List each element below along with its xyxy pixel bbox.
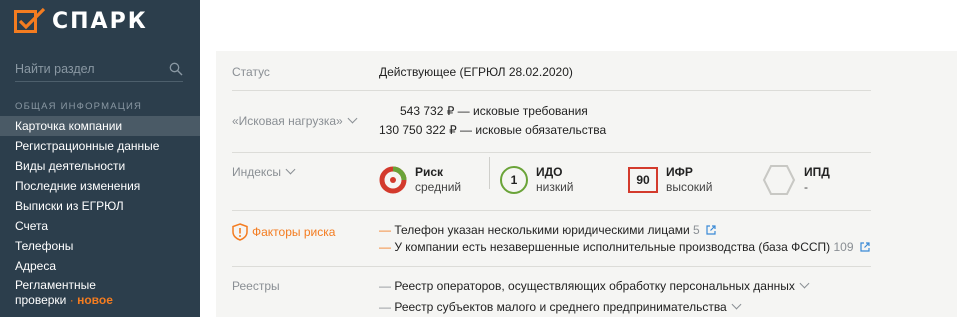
- logo[interactable]: СПАРК: [14, 6, 148, 36]
- registry-item[interactable]: — Реестр субъектов малого и среднего пре…: [379, 299, 742, 314]
- chevron-down-icon: [285, 164, 296, 175]
- index-ipd[interactable]: ИПД -: [762, 161, 830, 199]
- ifr-badge: 90: [628, 167, 658, 193]
- claims-toggle[interactable]: «Исковая нагрузка»: [232, 113, 358, 128]
- index-ifr[interactable]: 90 ИФР высокий: [628, 161, 712, 199]
- separator-dot: ·: [69, 293, 74, 307]
- registry-text: Реестр операторов, осуществляющих обрабо…: [394, 279, 795, 293]
- external-link-icon[interactable]: [706, 225, 716, 235]
- risk-factor-count: 5: [693, 223, 700, 237]
- claims-obligations: 130 750 322 ₽ — исковые обязательства: [379, 123, 607, 137]
- sidebar-search: [15, 58, 183, 82]
- ido-title: ИДО: [536, 165, 563, 179]
- external-link-icon[interactable]: [860, 242, 870, 252]
- ipd-text: ИПД -: [804, 165, 830, 195]
- dash-marker: —: [379, 240, 391, 254]
- sidebar-nav: Карточка компании Регистрационные данные…: [0, 116, 200, 308]
- risk-text: Риск средний: [415, 165, 461, 195]
- risk-factors-label: Факторы риска: [252, 225, 336, 239]
- nav-item-phones[interactable]: Телефоны: [0, 236, 200, 256]
- search-icon[interactable]: [169, 62, 183, 76]
- shield-warning-icon: [232, 223, 248, 241]
- nav-item-egrul-extracts[interactable]: Выписки из ЕГРЮЛ: [0, 196, 200, 216]
- logo-text: СПАРК: [52, 8, 148, 34]
- risk-factor-text: Телефон указан несколькими юридическими …: [394, 223, 690, 237]
- ido-text: ИДО низкий: [536, 165, 574, 195]
- index-risk[interactable]: Риск средний: [379, 161, 461, 199]
- status-value: Действующее (ЕГРЮЛ 28.02.2020): [379, 65, 573, 79]
- hexagon-icon: [762, 165, 796, 195]
- ido-level: низкий: [536, 180, 574, 194]
- dash-marker: —: [379, 300, 391, 314]
- risk-level: средний: [415, 180, 462, 194]
- nav-item-inspections[interactable]: Регламентные проверки · новое: [0, 276, 200, 308]
- nav-item-addresses[interactable]: Адреса: [0, 256, 200, 276]
- risk-title: Риск: [415, 165, 444, 179]
- risk-factor-text: У компании есть незавершенные исполнител…: [394, 240, 831, 254]
- claims-demands: 543 732 ₽ — исковые требования: [400, 104, 588, 118]
- nav-item-registration[interactable]: Регистрационные данные: [0, 136, 200, 156]
- nav-item-label-line2: проверки: [15, 293, 67, 307]
- new-badge: новое: [77, 293, 113, 307]
- risk-factors-header[interactable]: Факторы риска: [232, 223, 335, 241]
- registries-label: Реестры: [232, 279, 280, 293]
- registries-row: Реестры — Реестр операторов, осуществляю…: [232, 267, 871, 317]
- ipd-title: ИПД: [804, 165, 830, 179]
- ido-badge: 1: [500, 166, 528, 194]
- dash-marker: —: [379, 279, 391, 293]
- risk-gauge-icon: [379, 166, 407, 194]
- main-area: Статус Действующее (ЕГРЮЛ 28.02.2020) «И…: [200, 0, 957, 317]
- company-card: Статус Действующее (ЕГРЮЛ 28.02.2020) «И…: [216, 51, 957, 317]
- indices-toggle[interactable]: Индексы: [232, 164, 296, 179]
- ipd-level: -: [804, 180, 808, 194]
- chevron-down-icon: [347, 113, 358, 124]
- search-input[interactable]: [15, 58, 155, 80]
- risk-factor-item: — У компании есть незавершенные исполнит…: [379, 240, 870, 254]
- index-ido[interactable]: 1 ИДО низкий: [500, 161, 574, 199]
- status-label: Статус: [232, 65, 270, 79]
- chevron-down-icon: [799, 278, 810, 289]
- nav-item-label-line1: Регламентные: [15, 278, 96, 292]
- sidebar: СПАРК ОБЩАЯ ИНФОРМАЦИЯ Карточка компании…: [0, 0, 200, 317]
- registry-text: Реестр субъектов малого и среднего предп…: [394, 300, 727, 314]
- dash-marker: —: [379, 223, 391, 237]
- indices-row: Индексы Риск средний 1 ИДО низкий 90 ИФР…: [232, 153, 871, 211]
- risk-factor-count: 109: [833, 240, 854, 254]
- indices-divider: [489, 157, 490, 189]
- nav-item-recent-changes[interactable]: Последние изменения: [0, 176, 200, 196]
- claims-row: «Исковая нагрузка» 543 732 ₽ — исковые т…: [232, 91, 871, 153]
- app: СПАРК ОБЩАЯ ИНФОРМАЦИЯ Карточка компании…: [0, 0, 957, 317]
- claims-label: «Исковая нагрузка»: [232, 114, 343, 128]
- registry-item[interactable]: — Реестр операторов, осуществляющих обра…: [379, 278, 810, 293]
- nav-item-activities[interactable]: Виды деятельности: [0, 156, 200, 176]
- ifr-level: высокий: [666, 180, 713, 194]
- nav-item-company-card[interactable]: Карточка компании: [0, 116, 200, 136]
- indices-label: Индексы: [232, 165, 281, 179]
- status-row: Статус Действующее (ЕГРЮЛ 28.02.2020): [232, 51, 871, 91]
- section-title: ОБЩАЯ ИНФОРМАЦИЯ: [15, 101, 143, 112]
- nav-item-accounts[interactable]: Счета: [0, 216, 200, 236]
- risk-factor-item: — Телефон указан несколькими юридическим…: [379, 223, 716, 237]
- spark-logo-icon: [14, 7, 46, 33]
- risk-factors-row: Факторы риска — Телефон указан нескольки…: [232, 211, 871, 267]
- ifr-title: ИФР: [666, 165, 693, 179]
- chevron-down-icon: [731, 299, 742, 310]
- ifr-text: ИФР высокий: [666, 165, 712, 195]
